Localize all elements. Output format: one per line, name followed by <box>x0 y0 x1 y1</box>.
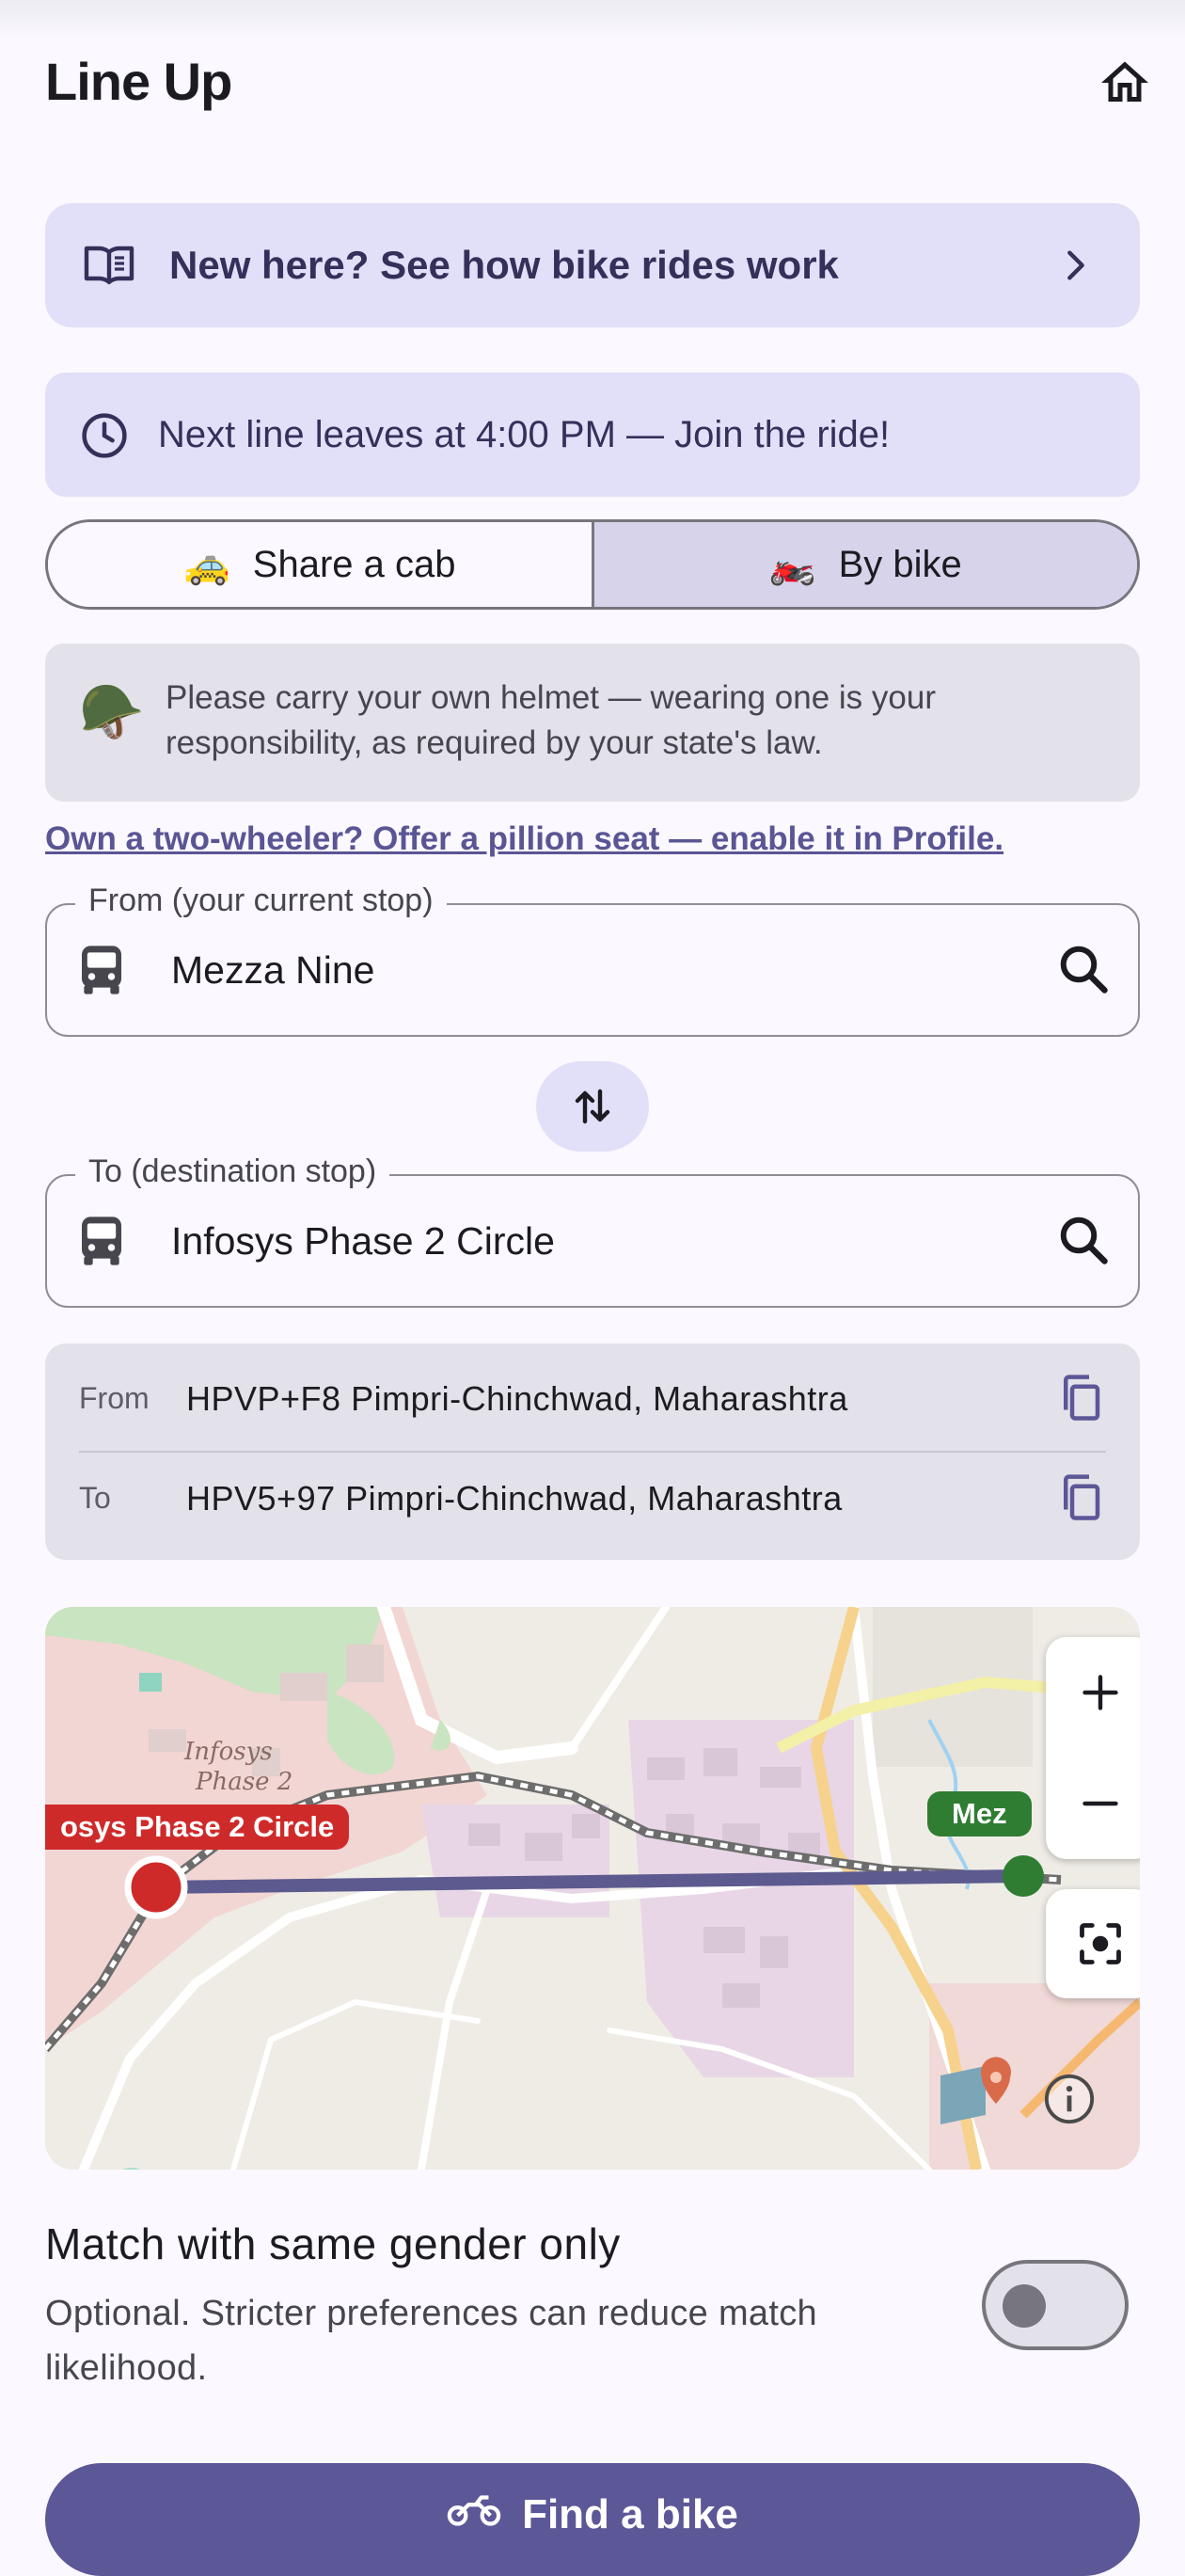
how-it-works-banner[interactable]: New here? See how bike rides work <box>45 203 1140 327</box>
plus-codes-card: From HPVP+F8 Pimpri-Chinchwad, Maharasht… <box>45 1344 1140 1560</box>
next-line-text: Next line leaves at 4:00 PM — Join the r… <box>158 414 891 455</box>
motorcycle-icon: 🏍️ <box>768 544 816 586</box>
destination-pin-label: osys Phase 2 Circle <box>45 1805 350 1850</box>
app-title: Line Up <box>45 52 232 111</box>
destination-pin <box>124 1855 188 1919</box>
home-icon <box>1101 61 1148 102</box>
home-button[interactable] <box>1087 45 1162 120</box>
to-field-label: To (destination stop) <box>75 1153 390 1190</box>
zoom-out-button[interactable] <box>1046 1748 1140 1859</box>
helmet-icon: 🪖 <box>79 682 145 741</box>
by-bike-option[interactable]: 🏍️ By bike <box>593 522 1137 607</box>
to-stop-value: Infosys Phase 2 Circle <box>171 1219 555 1263</box>
clock-icon <box>82 413 127 458</box>
copy-icon[interactable] <box>1055 1471 1106 1522</box>
info-icon[interactable] <box>1042 2072 1097 2126</box>
map-area-label-line2: Phase 2 <box>195 1768 292 1796</box>
status-area <box>0 0 1185 38</box>
search-icon[interactable] <box>1055 941 1112 997</box>
next-line-banner: Next line leaves at 4:00 PM — Join the r… <box>45 373 1140 497</box>
helmet-notice-text: Please carry your own helmet — wearing o… <box>166 679 936 761</box>
to-code-label: To <box>79 1481 111 1515</box>
swap-vertical-icon <box>575 1089 610 1124</box>
app-bar: Line Up <box>0 38 1185 128</box>
taxi-icon: 🚕 <box>182 544 230 586</box>
zoom-in-button[interactable] <box>1046 1637 1140 1748</box>
by-bike-label: By bike <box>838 543 962 585</box>
route-map[interactable]: Infosys Phase 2 osys Phase 2 Circle Mez <box>45 1607 1140 2170</box>
from-field-label: From (your current stop) <box>75 883 447 919</box>
origin-pin-label: Mez <box>927 1791 1032 1837</box>
gender-pref-title: Match with same gender only <box>45 2219 621 2268</box>
swap-stops-button[interactable] <box>536 1061 649 1152</box>
to-stop-field[interactable]: To (destination stop) Infosys Phase 2 Ci… <box>45 1153 1140 1308</box>
helmet-notice: 🪖 Please carry your own helmet — wearing… <box>45 644 1140 802</box>
from-code-row: From HPVP+F8 Pimpri-Chinchwad, Maharasht… <box>45 1347 1140 1445</box>
find-bike-label: Find a bike <box>522 2491 738 2537</box>
map-area-label-line1: Infosys <box>183 1738 273 1766</box>
zoom-controls <box>1046 1637 1140 1859</box>
from-stop-field[interactable]: From (your current stop) Mezza Nine <box>45 883 1140 1037</box>
plus-icon <box>1082 1675 1118 1710</box>
search-icon[interactable] <box>1055 1212 1112 1268</box>
map-tiles: Infosys Phase 2 <box>45 1607 1140 2170</box>
copy-icon[interactable] <box>1055 1372 1106 1423</box>
switch-knob <box>1003 2284 1046 2328</box>
same-gender-switch[interactable] <box>982 2260 1129 2350</box>
to-code-row: To HPV5+97 Pimpri-Chinchwad, Maharashtra <box>45 1447 1140 1545</box>
offer-pillion-link[interactable]: Own a two-wheeler? Offer a pillion seat … <box>45 820 1003 858</box>
chevron-right-icon <box>1067 250 1084 280</box>
from-stop-value: Mezza Nine <box>171 948 375 992</box>
ride-mode-toggle: 🚕 Share a cab 🏍️ By bike <box>45 519 1140 610</box>
bus-icon <box>82 1216 121 1265</box>
find-bike-button[interactable]: Find a bike <box>45 2463 1140 2576</box>
to-code-value: HPV5+97 Pimpri-Chinchwad, Maharashtra <box>186 1479 843 1518</box>
fit-bounds-icon <box>1080 1923 1121 1964</box>
from-code-label: From <box>79 1381 150 1415</box>
share-cab-label: Share a cab <box>252 543 456 585</box>
gender-pref-subtitle: Optional. Stricter preferences can reduc… <box>45 2294 817 2388</box>
bus-icon <box>82 946 121 994</box>
how-it-works-label: New here? See how bike rides work <box>169 243 839 287</box>
book-open-icon <box>84 246 134 285</box>
origin-pin <box>1003 1855 1044 1897</box>
recenter-button[interactable] <box>1046 1889 1140 1998</box>
share-cab-option[interactable]: 🚕 Share a cab <box>48 522 594 607</box>
from-code-value: HPVP+F8 Pimpri-Chinchwad, Maharashtra <box>186 1379 848 1418</box>
motorcycle-icon <box>447 2495 501 2526</box>
minus-icon <box>1082 1801 1118 1806</box>
